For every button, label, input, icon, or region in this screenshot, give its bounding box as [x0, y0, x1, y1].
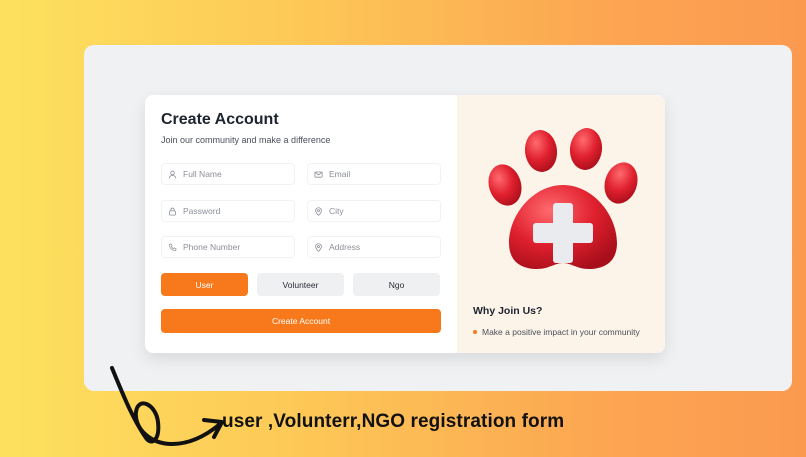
password-input[interactable] — [183, 206, 283, 216]
create-account-button[interactable]: Create Account — [161, 309, 441, 333]
curved-arrow-icon — [110, 366, 224, 447]
phone-input[interactable] — [183, 242, 283, 252]
full-name-input[interactable] — [183, 169, 283, 179]
role-volunteer-button[interactable]: Volunteer — [257, 273, 344, 296]
city-field[interactable] — [307, 200, 441, 222]
address-input[interactable] — [329, 242, 429, 252]
caption-text: user ,Volunterr,NGO registration form — [222, 411, 565, 432]
benefit-item: Make a positive impact in your community — [473, 327, 640, 337]
why-join-heading: Why Join Us? — [473, 305, 543, 317]
email-field[interactable] — [307, 163, 441, 185]
user-icon — [167, 169, 177, 179]
full-name-field[interactable] — [161, 163, 295, 185]
phone-field[interactable] — [161, 236, 295, 258]
map-pin-icon — [313, 206, 323, 216]
address-field[interactable] — [307, 236, 441, 258]
form-title: Create Account — [161, 111, 279, 128]
registration-card: Create Account Join our community and ma… — [145, 95, 665, 353]
phone-icon — [167, 242, 177, 252]
lock-icon — [167, 206, 177, 216]
bullet-icon — [473, 330, 477, 334]
city-input[interactable] — [329, 206, 429, 216]
password-field[interactable] — [161, 200, 295, 222]
form-subtitle: Join our community and make a difference — [161, 135, 331, 145]
info-section: Why Join Us? Make a positive impact in y… — [457, 95, 665, 353]
role-ngo-button[interactable]: Ngo — [353, 273, 440, 296]
form-section: Create Account Join our community and ma… — [145, 95, 457, 353]
role-user-button[interactable]: User — [161, 273, 248, 296]
email-input[interactable] — [329, 169, 429, 179]
paw-medical-cross-icon — [488, 128, 638, 269]
mail-icon — [313, 169, 323, 179]
benefit-text: Make a positive impact in your community — [482, 327, 640, 337]
map-pin-icon — [313, 242, 323, 252]
